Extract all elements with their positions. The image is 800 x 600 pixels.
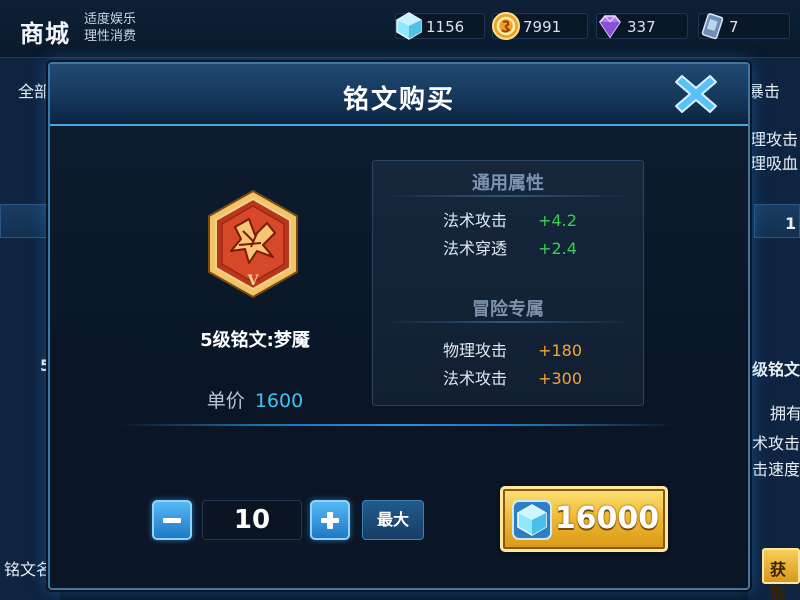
bg-tab-crit[interactable]: 暴击	[748, 78, 780, 102]
attr-name: 物理攻击	[443, 341, 508, 360]
bg-right-price: 1	[785, 214, 797, 233]
attr-value: +2.4	[538, 239, 577, 258]
bg-left-strip	[0, 204, 52, 238]
minus-icon	[163, 518, 181, 523]
bg-get-button[interactable]: 获取	[762, 548, 800, 600]
diamond-icon	[512, 500, 552, 540]
attr-value: +180	[538, 341, 583, 360]
bg-right-name: 级铭文	[752, 360, 800, 379]
adventure-attributes-heading: 冒险专属	[472, 299, 544, 320]
attr-value: +4.2	[538, 211, 577, 230]
bg-right-own: 拥有	[770, 404, 800, 423]
unit-price-value: 1600	[254, 390, 304, 412]
attr-name: 法术攻击	[443, 211, 508, 230]
divider	[120, 424, 678, 426]
voucher-balance[interactable]: 7	[698, 13, 790, 40]
adventure-attr-row: 物理攻击 +180	[443, 337, 582, 361]
bg-left-bottom: 铭文名	[4, 560, 53, 579]
general-attr-row: 法术攻击 +4.2	[443, 207, 577, 231]
purchase-dialog: 铭文购买 V 5级铭文:梦魇 单价 1600 通用属性 法术攻击 +4.2 法术…	[48, 62, 750, 590]
unit-price: 单价 1600	[170, 386, 340, 413]
gold-balance[interactable]: 7991	[492, 12, 588, 40]
item-name: 5级铭文:梦魇	[200, 330, 310, 351]
attr-value: +300	[538, 369, 583, 388]
bg-right-line-2: 理吸血	[750, 154, 799, 173]
attr-divider	[383, 321, 633, 323]
adventure-attr-row: 法术攻击 +300	[443, 365, 582, 389]
bg-tab-all[interactable]: 全部	[18, 78, 50, 102]
voucher-card-icon	[701, 13, 724, 40]
quantity-field[interactable]: 10	[202, 500, 302, 540]
gem-count: 337	[627, 18, 656, 36]
inscription-emblem-icon: V	[208, 189, 298, 299]
dialog-header: 铭文购买	[50, 64, 748, 126]
top-bar: 商城 适度娱乐 理性消费 1156 7991 337 7	[0, 0, 800, 58]
voucher-count: 7	[729, 18, 739, 36]
attr-name: 法术攻击	[443, 369, 508, 388]
gold-coin-icon	[492, 12, 520, 40]
slogan-line-2: 理性消费	[84, 29, 137, 44]
general-attributes-heading: 通用属性	[472, 173, 544, 194]
slogan-line-1: 适度娱乐	[84, 12, 137, 27]
unit-price-label: 单价	[206, 390, 245, 412]
attr-name: 法术穿透	[443, 239, 508, 258]
gem-balance[interactable]: 337	[596, 13, 688, 39]
max-button[interactable]: 最大	[362, 500, 424, 540]
general-attr-row: 法术穿透 +2.4	[443, 235, 577, 259]
bg-right-attr-2: 击速度	[752, 460, 800, 479]
close-button[interactable]	[674, 72, 718, 116]
gold-count: 7991	[523, 18, 562, 36]
attributes-panel: 通用属性 法术攻击 +4.2 法术穿透 +2.4 冒险专属 物理攻击 +180 …	[372, 160, 644, 406]
dialog-title: 铭文购买	[342, 85, 455, 115]
diamond-balance[interactable]: 1156	[395, 12, 485, 40]
close-icon	[675, 75, 717, 113]
bg-right-attr-1: 术攻击	[752, 434, 800, 453]
diamond-icon	[396, 12, 422, 40]
level-mark: V	[247, 273, 260, 289]
bg-get-label: 获取	[770, 560, 787, 600]
page-title: 商城	[20, 20, 70, 48]
buy-button[interactable]: 16000	[500, 486, 668, 552]
decrease-button[interactable]	[152, 500, 192, 540]
increase-button[interactable]	[310, 500, 350, 540]
diamond-count: 1156	[426, 18, 465, 36]
bg-right-line-1: 理攻击	[750, 130, 799, 149]
slogan: 适度娱乐 理性消费	[84, 11, 154, 45]
total-price: 16000	[554, 501, 660, 536]
attr-divider	[383, 195, 633, 197]
purple-gem-icon	[599, 15, 621, 39]
